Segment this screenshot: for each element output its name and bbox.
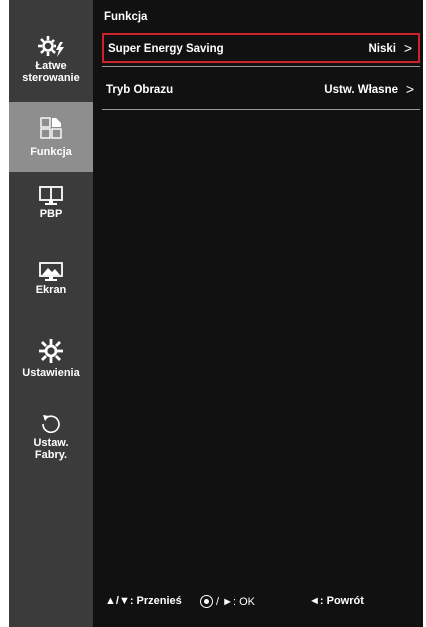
monitor-split-icon — [39, 186, 63, 205]
divider — [102, 109, 420, 110]
main-panel: Funkcja Super Energy Saving Niski > Tryb… — [93, 0, 423, 627]
sidebar-item-factory-reset[interactable]: Ustaw. Fabry. — [9, 412, 93, 468]
page-title: Funkcja — [104, 11, 148, 23]
osd-screen: Łatwe sterowanie Funkcja PBP Ekran Ustaw… — [0, 0, 426, 627]
hint-back: ◄: Powrót — [309, 595, 364, 607]
chevron-right-icon: > — [403, 40, 412, 56]
menu-row-tryb-obrazu[interactable]: Tryb Obrazu Ustw. Własne > — [102, 76, 420, 104]
menu-row-value: Niski — [368, 43, 397, 55]
menu-row-label: Super Energy Saving — [108, 43, 224, 55]
sidebar-item-funkcja[interactable]: Funkcja — [9, 102, 93, 172]
hint-ok: / ►: OK — [200, 595, 255, 608]
sidebar-item-pbp[interactable]: PBP — [9, 186, 93, 230]
sidebar-item-label: Łatwe — [35, 60, 67, 72]
picture-icon — [39, 262, 63, 281]
gear-bolt-icon — [38, 36, 64, 57]
gear-icon — [39, 339, 63, 363]
hint-ok-label: / ►: OK — [216, 596, 256, 608]
sidebar-item-easy-control[interactable]: Łatwe sterowanie — [9, 34, 93, 98]
menu-row-super-energy-saving[interactable]: Super Energy Saving Niski > — [102, 33, 420, 63]
sidebar-item-ustawienia[interactable]: Ustawienia — [9, 338, 93, 382]
joystick-press-icon — [200, 595, 213, 608]
sidebar-item-label: PBP — [39, 208, 63, 220]
reset-icon — [42, 415, 60, 434]
sidebar-item-label: Funkcja — [30, 146, 72, 158]
sidebar: Łatwe sterowanie Funkcja PBP Ekran Ustaw… — [9, 0, 93, 627]
hint-move: ▲/▼: Przenieś — [105, 595, 182, 607]
sidebar-item-label: sterowanie — [22, 72, 80, 84]
sidebar-item-ekran[interactable]: Ekran — [9, 262, 93, 306]
sidebar-item-label: Ustaw. — [33, 437, 69, 449]
grid-icon — [40, 117, 62, 139]
divider — [102, 66, 420, 67]
footer-hints: ▲/▼: Przenieś / ►: OK ◄: Powrót — [105, 590, 415, 610]
menu-row-label: Tryb Obrazu — [106, 84, 174, 96]
sidebar-item-label: Ekran — [35, 284, 67, 296]
chevron-right-icon: > — [405, 81, 414, 97]
sidebar-item-label: Fabry. — [34, 449, 68, 461]
menu-row-value: Ustw. Własne — [324, 84, 398, 96]
sidebar-item-label: Ustawienia — [22, 367, 80, 379]
